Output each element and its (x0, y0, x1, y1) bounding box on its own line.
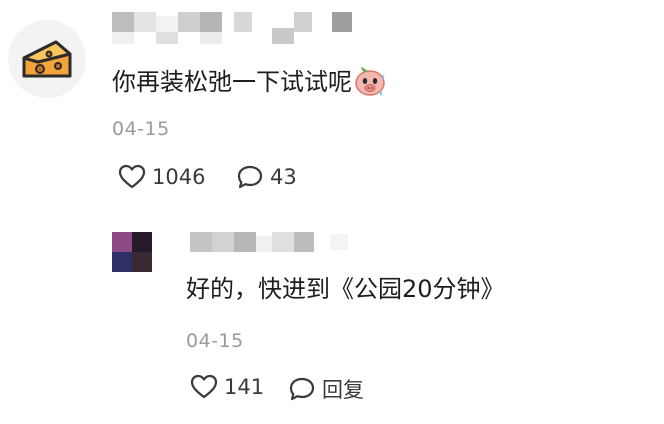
comment-text: 你再装松弛一下试试呢 (112, 68, 352, 96)
like-count: 1046 (152, 165, 206, 189)
reply-date: 04-15 (186, 330, 244, 352)
reply-like-count: 141 (224, 375, 265, 399)
comment-date: 04-15 (112, 118, 170, 140)
avatar[interactable] (8, 20, 86, 98)
reply-text: 好的，快进到《公园20分钟》 (186, 275, 505, 303)
reply-like-button[interactable]: 141 (190, 374, 264, 400)
reply-count-button[interactable]: 43 (236, 164, 297, 190)
cheese-icon (22, 40, 72, 78)
sweating-pig-emoji-icon (355, 66, 385, 96)
like-button[interactable]: 1046 (118, 164, 205, 190)
heart-outline-icon (190, 374, 218, 399)
reply-button[interactable]: 回复 (288, 374, 364, 404)
chat-bubble-icon (289, 377, 315, 401)
reply-count: 43 (270, 165, 297, 189)
heart-outline-icon (118, 164, 146, 189)
reply-avatar[interactable] (112, 232, 152, 272)
reply-label: 回复 (322, 378, 364, 402)
chat-bubble-icon (237, 165, 263, 189)
